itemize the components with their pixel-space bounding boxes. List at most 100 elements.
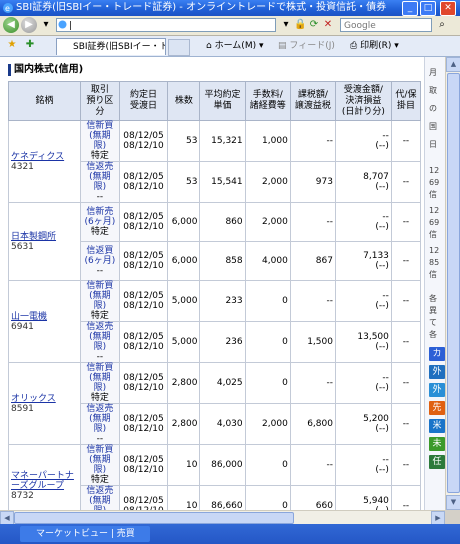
stock-name-link[interactable]: 山一電機 xyxy=(11,312,78,322)
margin-value: -- xyxy=(402,177,410,187)
tax-value: 973 xyxy=(315,177,333,187)
stock-name-link[interactable]: マネーパートナーズグループ xyxy=(11,471,78,491)
tax-cell: -- xyxy=(289,202,336,242)
shares-cell: 5,000 xyxy=(167,321,201,363)
side-panel-button[interactable]: 外 xyxy=(429,383,445,397)
amount-cell: 5,200 (--) xyxy=(334,403,392,445)
address-input[interactable]: | xyxy=(56,18,276,32)
margin-value: -- xyxy=(402,256,410,266)
tax-cell: 6,800 xyxy=(289,403,336,445)
maximize-button[interactable]: □ xyxy=(420,1,436,16)
dates-cell: 08/12/0508/12/10 xyxy=(118,241,169,281)
shares-value: 2,800 xyxy=(171,378,198,388)
margin-value: -- xyxy=(402,217,410,227)
address-dropdown-icon[interactable]: ▾ xyxy=(280,19,292,31)
add-favorite-icon[interactable]: ✚ xyxy=(24,39,36,51)
scroll-up-icon[interactable]: ▲ xyxy=(446,57,460,72)
tab-sbi[interactable]: SBI証券(旧SBIイー・トレー... xyxy=(56,38,166,55)
amount-value: 5,940 xyxy=(363,496,389,506)
shares-value: 10 xyxy=(186,460,198,470)
tax-cell: -- xyxy=(289,280,336,322)
shares-value: 53 xyxy=(186,136,198,146)
account-kind: -- xyxy=(96,266,104,276)
back-icon[interactable]: ◀ xyxy=(3,17,19,33)
dropdown-icon[interactable]: ▾ xyxy=(40,19,52,31)
account-kind: 特定 xyxy=(90,393,109,403)
account-type-cell: 信新買 (無期限) 特定 xyxy=(80,280,120,322)
forward-icon[interactable]: ▶ xyxy=(21,17,37,33)
stock-code: 5631 xyxy=(11,241,34,252)
search-input[interactable]: Google xyxy=(340,18,432,32)
fee-value: 0 xyxy=(282,296,288,306)
side-panel-button[interactable]: 先 xyxy=(429,401,445,415)
margin-cell: -- xyxy=(390,202,422,242)
vertical-scroll-thumb[interactable] xyxy=(447,73,460,493)
lock-icon[interactable]: 🔒 xyxy=(294,19,306,31)
account-kind: 特定 xyxy=(90,311,109,321)
price-cell: 4,030 xyxy=(199,403,246,445)
settlement-date: 08/12/10 xyxy=(123,383,164,393)
price-value: 15,541 xyxy=(211,177,243,187)
home-button[interactable]: ⌂ ホーム(M) ▾ xyxy=(206,38,264,54)
side-panel-button[interactable]: 任 xyxy=(429,455,445,469)
margin-value: -- xyxy=(402,419,410,429)
amount-cell: -- (--) xyxy=(334,202,392,242)
right-side-panel: 月取の国日 12 69 信 12 69 信 12 85 信各異て各カ外外先米未任 xyxy=(424,57,445,510)
margin-cell: -- xyxy=(390,280,422,322)
page-icon xyxy=(58,20,67,29)
price-value: 858 xyxy=(225,256,243,266)
side-panel-text: 85 xyxy=(429,258,440,267)
margin-value: -- xyxy=(402,337,410,347)
tax-value: -- xyxy=(326,136,333,146)
search-icon[interactable]: ⌕ xyxy=(436,19,448,31)
shares-cell: 5,000 xyxy=(167,280,201,322)
stock-name-link[interactable]: ケネディクス xyxy=(11,152,78,162)
horizontal-scroll-thumb[interactable] xyxy=(14,512,294,524)
price-cell: 15,541 xyxy=(199,161,246,203)
taskbar-item[interactable]: マーケットビュー | 売買 xyxy=(20,526,150,542)
profit-loss-value: (--) xyxy=(375,261,389,271)
amount-cell: -- (--) xyxy=(334,362,392,404)
tax-value: 6,800 xyxy=(307,419,333,429)
shares-value: 6,000 xyxy=(171,217,198,227)
trade-term: (無期限) xyxy=(89,414,111,434)
trade-type: 信返売 xyxy=(86,486,114,496)
fee-cell: 0 xyxy=(244,280,291,322)
side-panel-text: 各 xyxy=(429,294,437,303)
account-kind: -- xyxy=(96,192,104,202)
amount-value: 13,500 xyxy=(357,332,389,342)
tax-cell: 660 xyxy=(289,485,336,510)
refresh-icon[interactable]: ⟳ xyxy=(308,19,320,31)
stop-icon[interactable]: ✕ xyxy=(322,19,334,31)
stock-name-link[interactable]: 日本製鋼所 xyxy=(11,232,78,242)
scroll-left-icon[interactable]: ◀ xyxy=(0,511,14,525)
table-row: ケネディクス 4321 信新買 (無期限) 特定 08/12/05 08/12/10 53 15… xyxy=(7,120,422,203)
side-panel-button[interactable]: カ xyxy=(429,347,445,361)
column-header: 手数料/ 諸経費等 xyxy=(244,81,291,121)
side-panel-button[interactable]: 米 xyxy=(429,419,445,433)
dates-cell: 08/12/0508/12/10 xyxy=(118,161,169,203)
side-panel-button[interactable]: 外 xyxy=(429,365,445,379)
feed-label: フィード(J) xyxy=(289,41,335,51)
stock-name-link[interactable]: オリックス xyxy=(11,394,78,404)
trade-term: (6ヶ月) xyxy=(84,256,116,266)
amount-cell: 5,940(--) xyxy=(334,485,392,510)
profit-loss-value: (--) xyxy=(375,141,389,151)
side-panel-button[interactable]: 未 xyxy=(429,437,445,451)
price-cell: 86,000 xyxy=(199,444,246,486)
favorites-star-icon[interactable]: ★ xyxy=(6,39,18,51)
print-button[interactable]: ⎙ 印刷(R) ▾ xyxy=(350,38,399,54)
feed-button[interactable]: ▤ フィード(J) xyxy=(278,38,335,54)
close-window-button[interactable]: ✕ xyxy=(440,1,456,16)
vertical-scrollbar[interactable]: ▲ ▼ xyxy=(445,57,460,510)
dates-cell: 08/12/0508/12/10 xyxy=(118,120,169,162)
scroll-down-icon[interactable]: ▼ xyxy=(446,495,460,510)
price-value: 15,321 xyxy=(211,136,243,146)
minimize-button[interactable]: _ xyxy=(402,1,418,16)
new-tab-button[interactable] xyxy=(168,39,190,56)
scroll-right-icon[interactable]: ▶ xyxy=(431,511,445,525)
trade-date: 08/12/05 xyxy=(123,373,164,383)
shares-value: 53 xyxy=(186,177,198,187)
tab-toolbar-row: ★ ✚ SBI証券(旧SBIイー・トレー... ⌂ ホーム(M) ▾ ▤ フィー… xyxy=(0,36,460,57)
horizontal-scrollbar[interactable]: ◀ ▶ xyxy=(0,510,445,525)
